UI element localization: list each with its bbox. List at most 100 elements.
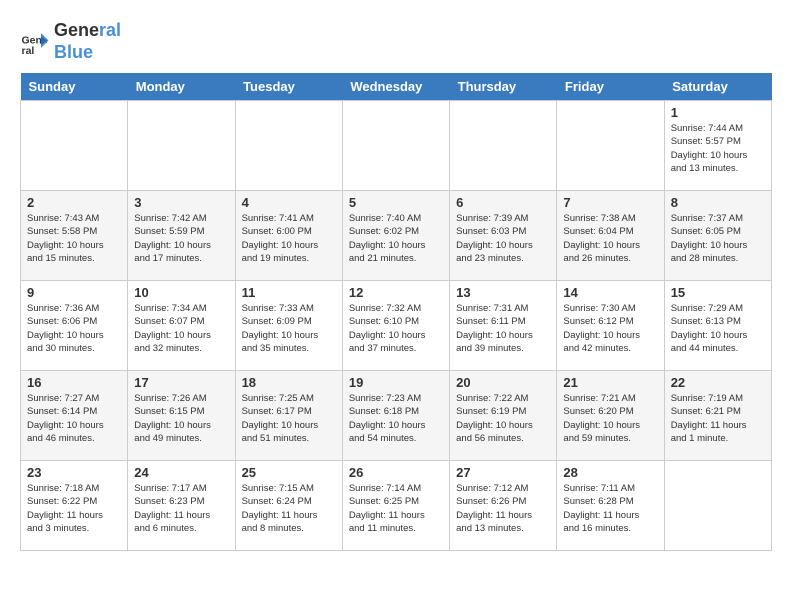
day-number: 16 xyxy=(27,375,121,390)
day-info: Sunrise: 7:23 AM Sunset: 6:18 PM Dayligh… xyxy=(349,392,443,445)
calendar-cell: 18 Sunrise: 7:25 AM Sunset: 6:17 PM Dayli… xyxy=(235,371,342,461)
day-number: 28 xyxy=(563,465,657,480)
weekday-header: Wednesday xyxy=(342,73,449,101)
day-info: Sunrise: 7:15 AM Sunset: 6:24 PM Dayligh… xyxy=(242,482,336,535)
calendar-cell: 5 Sunrise: 7:40 AM Sunset: 6:02 PM Daylig… xyxy=(342,191,449,281)
day-number: 17 xyxy=(134,375,228,390)
day-number: 9 xyxy=(27,285,121,300)
day-number: 10 xyxy=(134,285,228,300)
calendar-cell: 13Sunrise: 7:31 AM Sunset: 6:11 PM Dayli… xyxy=(450,281,557,371)
day-info: Sunrise: 7:18 AM Sunset: 6:22 PM Dayligh… xyxy=(27,482,121,535)
weekday-header: Sunday xyxy=(21,73,128,101)
calendar-cell xyxy=(128,101,235,191)
day-info: Sunrise: 7:33 AM Sunset: 6:09 PM Dayligh… xyxy=(242,302,336,355)
calendar-cell xyxy=(235,101,342,191)
weekday-header: Friday xyxy=(557,73,664,101)
day-info: Sunrise: 7:30 AM Sunset: 6:12 PM Dayligh… xyxy=(563,302,657,355)
weekday-header: Thursday xyxy=(450,73,557,101)
day-number: 21 xyxy=(563,375,657,390)
calendar-cell: 3 Sunrise: 7:42 AM Sunset: 5:59 PM Daylig… xyxy=(128,191,235,281)
day-number: 23 xyxy=(27,465,121,480)
calendar-cell xyxy=(450,101,557,191)
day-number: 5 xyxy=(349,195,443,210)
calendar-cell: 26 Sunrise: 7:14 AM Sunset: 6:25 PM Dayli… xyxy=(342,461,449,551)
calendar-cell: 24 Sunrise: 7:17 AM Sunset: 6:23 PM Dayli… xyxy=(128,461,235,551)
day-info: Sunrise: 7:17 AM Sunset: 6:23 PM Dayligh… xyxy=(134,482,228,535)
day-number: 7 xyxy=(563,195,657,210)
calendar-cell: 22 Sunrise: 7:19 AM Sunset: 6:21 PM Dayli… xyxy=(664,371,771,461)
day-number: 4 xyxy=(242,195,336,210)
calendar-cell: 11Sunrise: 7:33 AM Sunset: 6:09 PM Dayli… xyxy=(235,281,342,371)
day-number: 24 xyxy=(134,465,228,480)
day-number: 14 xyxy=(563,285,657,300)
calendar-table: SundayMondayTuesdayWednesdayThursdayFrid… xyxy=(20,73,772,551)
weekday-header: Monday xyxy=(128,73,235,101)
day-number: 8 xyxy=(671,195,765,210)
day-info: Sunrise: 7:22 AM Sunset: 6:19 PM Dayligh… xyxy=(456,392,550,445)
calendar-cell: 27 Sunrise: 7:12 AM Sunset: 6:26 PM Dayli… xyxy=(450,461,557,551)
calendar-cell: 8 Sunrise: 7:37 AM Sunset: 6:05 PM Daylig… xyxy=(664,191,771,281)
day-info: Sunrise: 7:29 AM Sunset: 6:13 PM Dayligh… xyxy=(671,302,765,355)
day-info: Sunrise: 7:44 AM Sunset: 5:57 PM Dayligh… xyxy=(671,122,765,175)
calendar-cell: 9Sunrise: 7:36 AM Sunset: 6:06 PM Daylig… xyxy=(21,281,128,371)
svg-text:ral: ral xyxy=(22,45,35,57)
calendar-cell: 25 Sunrise: 7:15 AM Sunset: 6:24 PM Dayli… xyxy=(235,461,342,551)
calendar-cell: 28 Sunrise: 7:11 AM Sunset: 6:28 PM Dayli… xyxy=(557,461,664,551)
calendar-cell: 19 Sunrise: 7:23 AM Sunset: 6:18 PM Dayli… xyxy=(342,371,449,461)
calendar-cell: 12Sunrise: 7:32 AM Sunset: 6:10 PM Dayli… xyxy=(342,281,449,371)
calendar-week-row: 1Sunrise: 7:44 AM Sunset: 5:57 PM Daylig… xyxy=(21,101,772,191)
calendar-cell: 4 Sunrise: 7:41 AM Sunset: 6:00 PM Daylig… xyxy=(235,191,342,281)
day-info: Sunrise: 7:32 AM Sunset: 6:10 PM Dayligh… xyxy=(349,302,443,355)
calendar-cell: 17 Sunrise: 7:26 AM Sunset: 6:15 PM Dayli… xyxy=(128,371,235,461)
day-info: Sunrise: 7:21 AM Sunset: 6:20 PM Dayligh… xyxy=(563,392,657,445)
calendar-week-row: 2 Sunrise: 7:43 AM Sunset: 5:58 PM Daylig… xyxy=(21,191,772,281)
header-row: SundayMondayTuesdayWednesdayThursdayFrid… xyxy=(21,73,772,101)
day-info: Sunrise: 7:43 AM Sunset: 5:58 PM Dayligh… xyxy=(27,212,121,265)
calendar-cell xyxy=(21,101,128,191)
day-number: 20 xyxy=(456,375,550,390)
day-info: Sunrise: 7:12 AM Sunset: 6:26 PM Dayligh… xyxy=(456,482,550,535)
calendar-cell xyxy=(557,101,664,191)
day-number: 13 xyxy=(456,285,550,300)
calendar-cell: 16 Sunrise: 7:27 AM Sunset: 6:14 PM Dayli… xyxy=(21,371,128,461)
weekday-header: Saturday xyxy=(664,73,771,101)
day-info: Sunrise: 7:14 AM Sunset: 6:25 PM Dayligh… xyxy=(349,482,443,535)
calendar-week-row: 9Sunrise: 7:36 AM Sunset: 6:06 PM Daylig… xyxy=(21,281,772,371)
calendar-cell: 15Sunrise: 7:29 AM Sunset: 6:13 PM Dayli… xyxy=(664,281,771,371)
calendar-cell: 23 Sunrise: 7:18 AM Sunset: 6:22 PM Dayli… xyxy=(21,461,128,551)
day-info: Sunrise: 7:37 AM Sunset: 6:05 PM Dayligh… xyxy=(671,212,765,265)
logo-text: GeneralBlue xyxy=(54,20,121,63)
calendar-cell: 20 Sunrise: 7:22 AM Sunset: 6:19 PM Dayli… xyxy=(450,371,557,461)
day-info: Sunrise: 7:41 AM Sunset: 6:00 PM Dayligh… xyxy=(242,212,336,265)
calendar-cell: 2 Sunrise: 7:43 AM Sunset: 5:58 PM Daylig… xyxy=(21,191,128,281)
day-info: Sunrise: 7:27 AM Sunset: 6:14 PM Dayligh… xyxy=(27,392,121,445)
day-info: Sunrise: 7:25 AM Sunset: 6:17 PM Dayligh… xyxy=(242,392,336,445)
day-info: Sunrise: 7:40 AM Sunset: 6:02 PM Dayligh… xyxy=(349,212,443,265)
day-number: 2 xyxy=(27,195,121,210)
day-number: 6 xyxy=(456,195,550,210)
calendar-cell xyxy=(342,101,449,191)
day-info: Sunrise: 7:26 AM Sunset: 6:15 PM Dayligh… xyxy=(134,392,228,445)
day-number: 27 xyxy=(456,465,550,480)
weekday-header: Tuesday xyxy=(235,73,342,101)
calendar-week-row: 23 Sunrise: 7:18 AM Sunset: 6:22 PM Dayli… xyxy=(21,461,772,551)
day-number: 22 xyxy=(671,375,765,390)
logo-icon: Gene ral xyxy=(20,27,50,57)
logo: Gene ral GeneralBlue xyxy=(20,20,121,63)
day-info: Sunrise: 7:39 AM Sunset: 6:03 PM Dayligh… xyxy=(456,212,550,265)
day-info: Sunrise: 7:38 AM Sunset: 6:04 PM Dayligh… xyxy=(563,212,657,265)
day-info: Sunrise: 7:42 AM Sunset: 5:59 PM Dayligh… xyxy=(134,212,228,265)
page-header: Gene ral GeneralBlue xyxy=(20,20,772,63)
day-number: 26 xyxy=(349,465,443,480)
calendar-week-row: 16 Sunrise: 7:27 AM Sunset: 6:14 PM Dayli… xyxy=(21,371,772,461)
calendar-cell: 10Sunrise: 7:34 AM Sunset: 6:07 PM Dayli… xyxy=(128,281,235,371)
day-number: 19 xyxy=(349,375,443,390)
calendar-cell: 7 Sunrise: 7:38 AM Sunset: 6:04 PM Daylig… xyxy=(557,191,664,281)
day-number: 3 xyxy=(134,195,228,210)
calendar-cell: 6 Sunrise: 7:39 AM Sunset: 6:03 PM Daylig… xyxy=(450,191,557,281)
day-number: 25 xyxy=(242,465,336,480)
day-info: Sunrise: 7:11 AM Sunset: 6:28 PM Dayligh… xyxy=(563,482,657,535)
calendar-cell: 1Sunrise: 7:44 AM Sunset: 5:57 PM Daylig… xyxy=(664,101,771,191)
day-info: Sunrise: 7:19 AM Sunset: 6:21 PM Dayligh… xyxy=(671,392,765,445)
day-number: 18 xyxy=(242,375,336,390)
